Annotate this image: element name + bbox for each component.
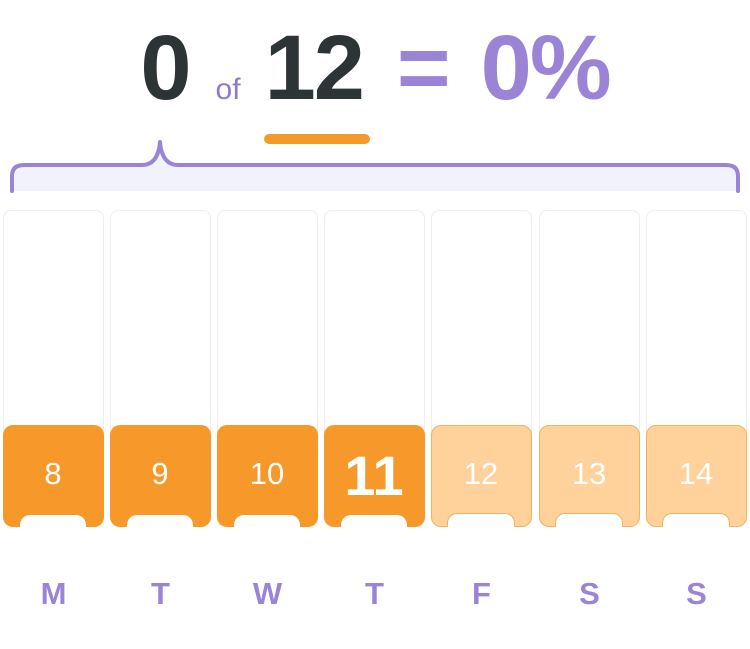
day-date: 11 bbox=[344, 444, 404, 507]
day-date: 9 bbox=[151, 455, 169, 491]
of-label: of bbox=[215, 73, 241, 106]
day-column-tuesday[interactable]: 9 bbox=[109, 210, 211, 528]
block-notch bbox=[447, 513, 515, 527]
weekday-label: W bbox=[252, 576, 283, 611]
equals-sign: = bbox=[396, 17, 451, 119]
goal-count: 12 bbox=[264, 17, 365, 119]
block-notch bbox=[341, 514, 407, 528]
day-date: 13 bbox=[571, 455, 607, 491]
weekday-label: T bbox=[151, 576, 170, 611]
day-block-future[interactable]: 12 bbox=[430, 424, 532, 527]
block-notch bbox=[662, 513, 730, 527]
block-notch bbox=[555, 513, 623, 527]
completed-count: 0 bbox=[140, 17, 191, 119]
day-column-thursday[interactable]: 11 bbox=[323, 210, 425, 528]
day-block-future[interactable]: 13 bbox=[538, 424, 640, 527]
weekday-label: F bbox=[472, 576, 491, 611]
day-date: 8 bbox=[44, 455, 62, 491]
progress-headline: 0 of 12 = 0% bbox=[0, 22, 750, 122]
day-date: 10 bbox=[249, 455, 285, 491]
day-block[interactable]: 9 bbox=[109, 424, 211, 528]
day-column-friday[interactable]: 12 bbox=[430, 210, 532, 527]
day-date: 12 bbox=[463, 455, 499, 491]
day-column-sunday[interactable]: 14 bbox=[645, 210, 747, 527]
percent-value: 0% bbox=[480, 17, 612, 119]
weekday-label: S bbox=[686, 576, 707, 611]
day-block[interactable]: 10 bbox=[216, 424, 318, 528]
day-block[interactable]: 8 bbox=[2, 424, 104, 528]
week-brace bbox=[10, 140, 740, 193]
block-notch bbox=[234, 514, 300, 528]
weekday-label: T bbox=[365, 576, 384, 611]
block-notch bbox=[127, 514, 193, 528]
day-column-saturday[interactable]: 13 bbox=[538, 210, 640, 527]
day-block-today[interactable]: 11 bbox=[323, 424, 425, 528]
weekday-label: S bbox=[579, 576, 600, 611]
day-date: 14 bbox=[678, 455, 714, 491]
block-notch bbox=[20, 514, 86, 528]
day-block-future[interactable]: 14 bbox=[645, 424, 747, 527]
day-column-wednesday[interactable]: 10 bbox=[216, 210, 318, 528]
day-column-monday[interactable]: 8 bbox=[2, 210, 104, 528]
weekday-label: M bbox=[40, 576, 67, 611]
